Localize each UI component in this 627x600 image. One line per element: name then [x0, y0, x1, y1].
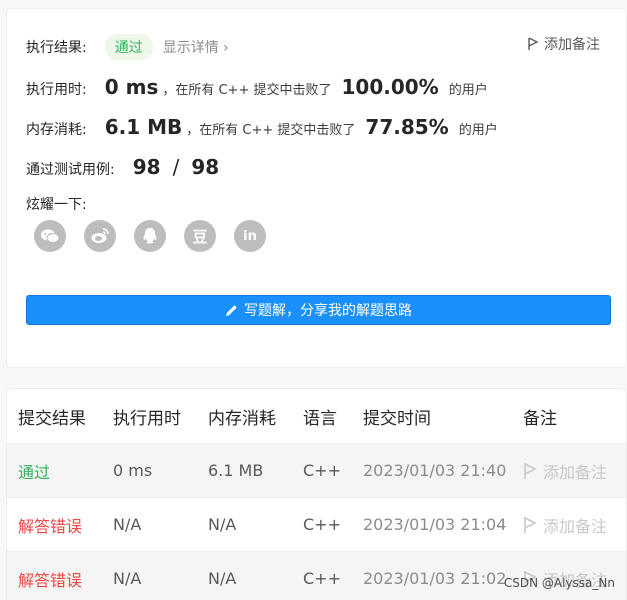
row-runtime: N/A	[113, 569, 142, 588]
table-header: 提交结果 执行用时 内存消耗 语言 提交时间 备注	[7, 389, 626, 443]
memory-row: 内存消耗: 6.1 MB ，在所有 C++ 提交中击败了 77.85% 的用户	[26, 115, 498, 139]
status-badge: 通过	[104, 34, 153, 60]
row-memory: 6.1 MB	[208, 461, 264, 480]
pencil-icon	[226, 304, 237, 316]
douban-icon: 豆	[192, 227, 208, 246]
submissions-table: 提交结果 执行用时 内存消耗 语言 提交时间 备注 通过 0 ms 6.1 MB…	[6, 388, 627, 600]
row-status[interactable]: 解答错误	[18, 567, 82, 591]
tests-label: 通过测试用例:	[26, 162, 115, 178]
share-buttons: 豆 in	[34, 220, 266, 252]
share-wechat-button[interactable]	[34, 220, 66, 252]
row-submit-time: 2023/01/03 21:02	[363, 569, 507, 588]
share-label: 炫耀一下:	[26, 197, 87, 213]
table-row[interactable]: 通过 0 ms 6.1 MB C++ 2023/01/03 21:40 添加备注	[7, 443, 626, 497]
row-status[interactable]: 通过	[18, 459, 50, 483]
row-status[interactable]: 解答错误	[18, 513, 82, 537]
memory-value: 6.1 MB	[104, 115, 183, 139]
row-memory: N/A	[208, 569, 237, 588]
header-note: 备注	[523, 408, 557, 429]
tests-total: 98	[191, 155, 220, 179]
tests-row: 通过测试用例: 98 / 98	[26, 155, 219, 179]
share-qq-button[interactable]	[134, 220, 166, 252]
write-solution-button[interactable]: 写题解，分享我的解题思路	[26, 295, 611, 325]
row-language: C++	[303, 569, 341, 588]
row-language: C++	[303, 515, 341, 534]
runtime-mid-text: ，在所有 C++ 提交中击败了	[162, 83, 332, 98]
show-details-link[interactable]: 显示详情 ›	[163, 37, 229, 57]
share-label-row: 炫耀一下:	[26, 194, 87, 214]
row-runtime: 0 ms	[113, 461, 153, 480]
row-add-note-button[interactable]: 添加备注	[523, 513, 607, 537]
header-runtime: 执行用时	[113, 408, 181, 429]
runtime-percent: 100.00%	[341, 75, 439, 99]
memory-percent: 77.85%	[365, 115, 449, 139]
share-douban-button[interactable]: 豆	[184, 220, 216, 252]
header-language: 语言	[303, 408, 337, 429]
row-submit-time: 2023/01/03 21:40	[363, 461, 507, 480]
row-runtime: N/A	[113, 515, 142, 534]
table-row[interactable]: 解答错误 N/A N/A C++ 2023/01/03 21:04 添加备注	[7, 497, 626, 551]
row-language: C++	[303, 461, 341, 480]
header-memory: 内存消耗	[208, 408, 276, 429]
tests-passed: 98	[132, 155, 161, 179]
flag-icon	[524, 462, 537, 479]
row-add-note-button[interactable]: 添加备注	[523, 459, 607, 483]
runtime-suffix: 的用户	[448, 83, 488, 98]
tests-separator: /	[172, 155, 180, 179]
linkedin-icon: in	[243, 228, 257, 244]
qq-icon	[143, 228, 157, 244]
memory-mid-text: ，在所有 C++ 提交中击败了	[186, 123, 356, 138]
result-card: 执行结果: 通过 显示详情 › 添加备注 执行用时: 0 ms ，在所有 C++…	[6, 8, 627, 368]
header-status: 提交结果	[18, 408, 86, 429]
runtime-row: 执行用时: 0 ms ，在所有 C++ 提交中击败了 100.00% 的用户	[26, 75, 488, 99]
flag-icon	[528, 37, 539, 50]
add-note-button[interactable]: 添加备注	[527, 34, 600, 54]
memory-label: 内存消耗:	[26, 122, 87, 138]
runtime-label: 执行用时:	[26, 82, 87, 98]
flag-icon	[524, 516, 537, 533]
weibo-icon	[91, 228, 109, 243]
chevron-right-icon: ›	[223, 40, 229, 56]
header-submit-time: 提交时间	[363, 408, 431, 429]
share-weibo-button[interactable]	[84, 220, 116, 252]
result-label: 执行结果:	[26, 40, 87, 56]
row-submit-time: 2023/01/03 21:04	[363, 515, 507, 534]
runtime-value: 0 ms	[104, 75, 159, 99]
share-linkedin-button[interactable]: in	[234, 220, 266, 252]
wechat-icon	[41, 229, 60, 243]
memory-suffix: 的用户	[458, 123, 498, 138]
watermark: CSDN @Alyssa_Nn	[503, 576, 615, 590]
result-row: 执行结果: 通过 显示详情 ›	[26, 34, 229, 60]
row-memory: N/A	[208, 515, 237, 534]
